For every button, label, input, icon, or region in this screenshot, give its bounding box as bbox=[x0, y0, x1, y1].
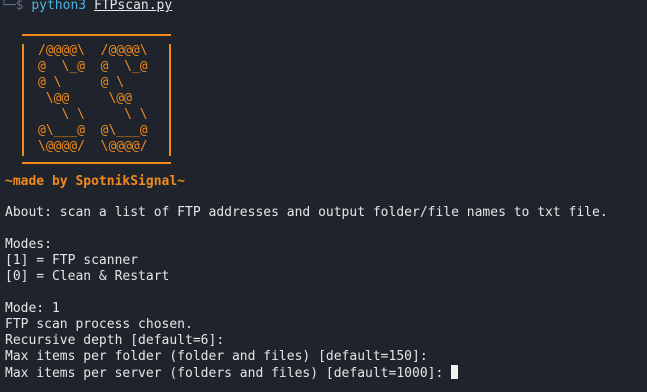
prompt-symbol: $ bbox=[15, 0, 24, 13]
banner-right-border bbox=[169, 44, 171, 156]
mode-selected: Mode: 1 bbox=[5, 301, 60, 316]
banner-top-border bbox=[22, 34, 171, 36]
command-argument[interactable]: FTPscan.py bbox=[94, 0, 172, 13]
input-prompt: Recursive depth [default=6]: bbox=[5, 333, 225, 348]
command-name: python3 bbox=[31, 0, 87, 13]
banner-left-border bbox=[22, 44, 24, 156]
mode-option: [1] = FTP scanner bbox=[5, 253, 139, 268]
banner-art-line: \@@ \@@ bbox=[38, 91, 132, 106]
mode-option: [0] = Clean & Restart bbox=[5, 269, 170, 284]
input-prompt: Max items per folder (folder and files) … bbox=[5, 349, 428, 364]
input-prompt: Max items per server (folders and files)… bbox=[5, 366, 452, 381]
modes-heading: Modes: bbox=[5, 237, 52, 252]
banner-art-line: @ \_@ @ \_@ bbox=[38, 59, 148, 74]
shell-prompt: └─$ python3 FTPscan.py bbox=[0, 0, 172, 14]
banner-art-line: @ \ @ \ bbox=[38, 75, 125, 90]
banner-credit: ~made by SpotnikSignal~ bbox=[5, 174, 186, 189]
banner-art-line: \@@@@/ \@@@@/ bbox=[38, 139, 148, 154]
status-message: FTP scan process chosen. bbox=[5, 317, 193, 332]
banner-art-line: @\___@ @\___@ bbox=[38, 123, 148, 138]
about-text: About: scan a list of FTP addresses and … bbox=[5, 205, 608, 220]
banner-art-line: /@@@@\ /@@@@\ bbox=[38, 43, 148, 58]
banner-art-line: \ \ \ \ bbox=[38, 107, 148, 122]
active-input-line[interactable]: Max items per server (folders and files)… bbox=[5, 365, 459, 381]
text-cursor[interactable] bbox=[451, 365, 459, 379]
prompt-tree-glyph: └─ bbox=[0, 0, 16, 13]
banner-bottom-border bbox=[22, 162, 171, 164]
terminal-window[interactable]: └─$ python3 FTPscan.py /@@@@\ /@@@@\ @ \… bbox=[0, 0, 647, 392]
